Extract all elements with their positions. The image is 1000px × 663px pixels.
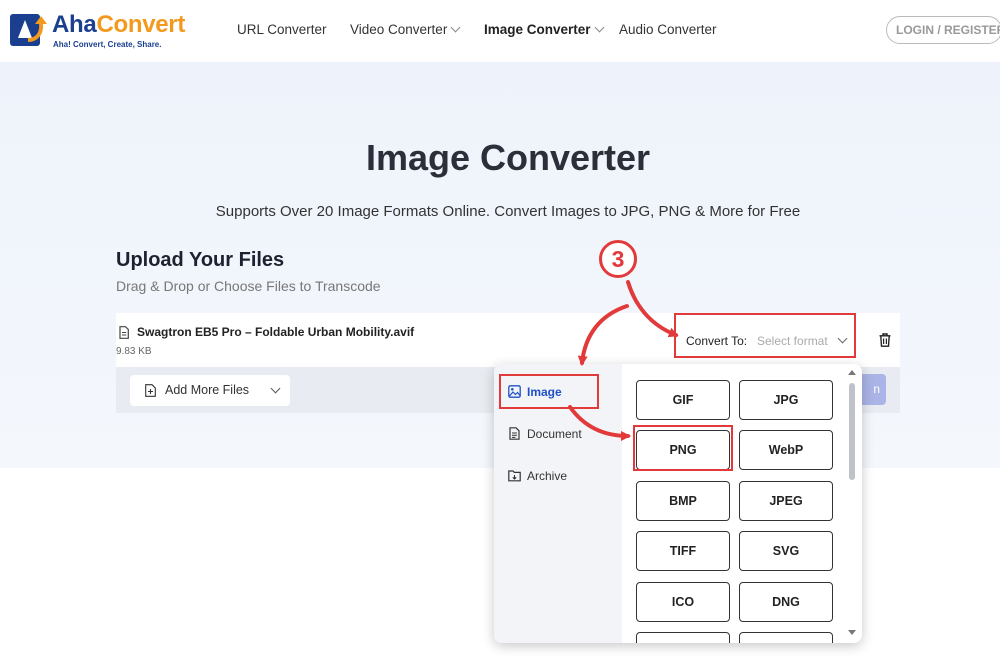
- page-title: Image Converter: [365, 137, 651, 178]
- category-document[interactable]: Document: [508, 427, 582, 449]
- brand-tagline: Aha! Convert, Create, Share.: [53, 40, 162, 49]
- file-add-icon: [145, 384, 156, 397]
- format-partial-button[interactable]: [739, 632, 833, 643]
- format-jpg-button[interactable]: JPG: [739, 380, 833, 420]
- format-dng-button[interactable]: DNG: [739, 582, 833, 622]
- nav-label: Image Converter: [484, 22, 591, 37]
- login-register-button[interactable]: LOGIN / REGISTER: [886, 16, 1000, 44]
- nav-url-converter[interactable]: URL Converter: [237, 22, 327, 37]
- category-label: Document: [527, 427, 582, 441]
- png-format-highlight: [633, 425, 733, 471]
- nav-video-converter[interactable]: Video Converter: [350, 22, 461, 37]
- step-number: 3: [612, 246, 625, 272]
- file-row: Swagtron EB5 Pro – Foldable Urban Mobili…: [116, 313, 900, 367]
- category-label: Archive: [527, 469, 568, 483]
- nav-audio-converter[interactable]: Audio Converter: [619, 22, 717, 37]
- step-number-badge: 3: [599, 240, 637, 278]
- upload-title: Upload Your Files: [116, 249, 285, 271]
- format-bmp-button[interactable]: BMP: [636, 481, 730, 521]
- archive-icon: [508, 470, 521, 482]
- format-select-placeholder: Select format: [757, 334, 828, 348]
- nav-label: URL Converter: [237, 22, 327, 37]
- nav-label: Video Converter: [350, 22, 448, 37]
- chevron-down-icon: [270, 383, 281, 394]
- format-svg-button[interactable]: SVG: [739, 531, 833, 571]
- format-tiff-button[interactable]: TIFF: [636, 531, 730, 571]
- image-category-highlight: [499, 374, 599, 409]
- scroll-down-arrow-icon[interactable]: [848, 630, 856, 635]
- format-dropdown: Image Document Archive GIF JPG PNG WebP …: [494, 364, 862, 643]
- convert-to-label: Convert To:: [686, 334, 748, 348]
- logo-mark-icon: [10, 14, 47, 46]
- format-gif-button[interactable]: GIF: [636, 380, 730, 420]
- nav-label: Audio Converter: [619, 22, 717, 37]
- chevron-down-icon: [450, 22, 461, 33]
- file-size: 9.83 KB: [116, 346, 152, 357]
- format-partial-button[interactable]: [636, 632, 730, 643]
- brand-name-part2: Convert: [96, 11, 186, 38]
- file-icon: [119, 326, 129, 339]
- nav-image-converter[interactable]: Image Converter: [484, 22, 604, 37]
- brand-name-part1: Aha: [52, 11, 97, 38]
- category-archive[interactable]: Archive: [508, 469, 567, 491]
- upload-subtitle: Drag & Drop or Choose Files to Transcode: [116, 278, 381, 294]
- convert-to-select[interactable]: Convert To: Select format: [674, 313, 856, 358]
- format-webp-button[interactable]: WebP: [739, 430, 833, 470]
- site-header: AhaConvert Aha! Convert, Create, Share. …: [0, 0, 1000, 62]
- chevron-down-icon: [594, 22, 604, 33]
- document-icon: [509, 427, 520, 440]
- brand-logo[interactable]: AhaConvert Aha! Convert, Create, Share.: [10, 10, 190, 50]
- add-more-files-label: Add More Files: [165, 383, 250, 397]
- format-ico-button[interactable]: ICO: [636, 582, 730, 622]
- trash-icon[interactable]: [879, 333, 891, 347]
- scroll-up-arrow-icon[interactable]: [848, 370, 856, 375]
- brand-name: AhaConvert: [52, 11, 185, 39]
- file-name: Swagtron EB5 Pro – Foldable Urban Mobili…: [137, 325, 415, 339]
- dropdown-scrollbar[interactable]: [849, 383, 855, 480]
- add-more-files-button[interactable]: Add More Files: [130, 375, 290, 406]
- page-subtitle: Supports Over 20 Image Formats Online. C…: [215, 203, 801, 220]
- format-jpeg-button[interactable]: JPEG: [739, 481, 833, 521]
- chevron-down-icon: [837, 333, 848, 344]
